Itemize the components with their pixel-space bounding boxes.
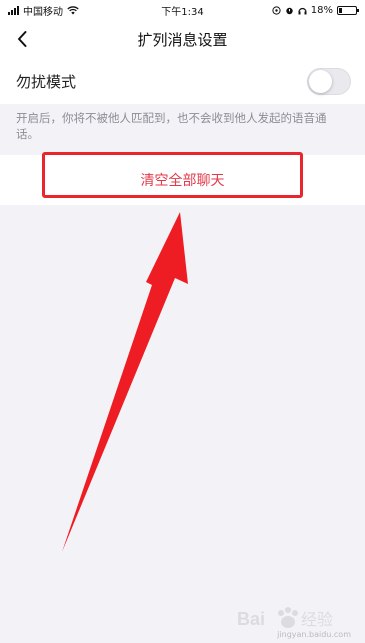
highlight-box [42,152,303,198]
chevron-left-icon [18,31,27,47]
do-not-disturb-label: 勿扰模式 [16,72,77,91]
nav-bar: 扩列消息设置 [0,20,365,58]
location-icon [272,5,281,15]
page-title: 扩列消息设置 [137,30,228,49]
alarm-icon [286,7,293,14]
carrier-name: 中国移动 [23,6,63,18]
wifi-icon [67,5,79,14]
do-not-disturb-row: 勿扰模式 [0,58,365,104]
do-not-disturb-toggle[interactable] [307,67,351,95]
status-left: 中国移动 [8,3,79,18]
baidu-jingyan-watermark: Bai 经验 [237,607,333,629]
svg-text:经验: 经验 [301,610,333,629]
watermark-url: jingyan.baidu.com [277,630,351,639]
signal-icon [8,5,19,15]
status-bar: 中国移动 下午1:34 18% [0,0,365,20]
toggle-knob [309,69,332,93]
headphones-icon [298,7,307,14]
battery-icon [337,5,359,15]
status-right: 18% [272,4,359,16]
back-button[interactable] [12,29,32,49]
svg-text:Bai: Bai [237,609,265,629]
battery-percent: 18% [310,4,333,16]
do-not-disturb-hint: 开启后，你将不被他人匹配到，也不会收到他人发起的语音通话。 [16,111,327,141]
